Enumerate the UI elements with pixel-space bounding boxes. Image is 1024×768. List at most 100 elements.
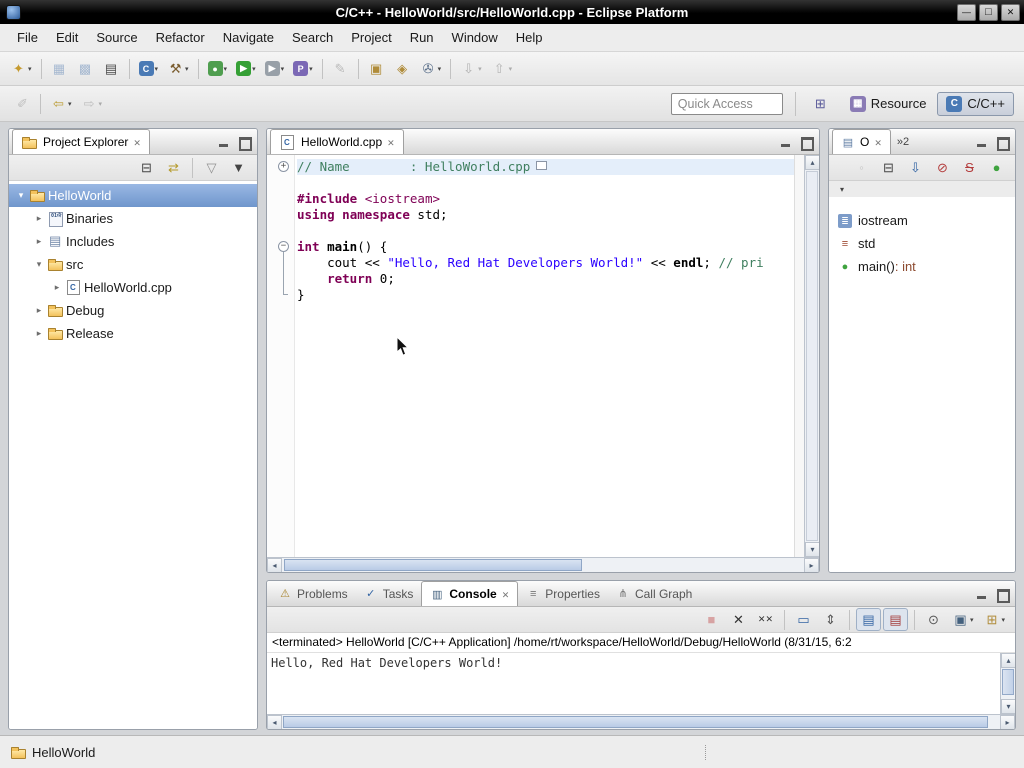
open-element-button[interactable]: ◈ bbox=[390, 57, 415, 80]
show-stderr-when-changed-button[interactable]: ▤ bbox=[883, 608, 908, 631]
outline-list[interactable]: ≣iostream≡std●main() : int bbox=[829, 197, 1015, 572]
editor-horizontal-scrollbar[interactable] bbox=[267, 557, 819, 572]
new-wizard-button[interactable]: ✦▾ bbox=[6, 57, 36, 80]
minimize-view-button[interactable] bbox=[780, 136, 792, 148]
menu-edit[interactable]: Edit bbox=[47, 26, 87, 49]
scrollbar-track[interactable] bbox=[282, 715, 1000, 729]
outline-item-std[interactable]: ≡std bbox=[829, 232, 1015, 255]
console-output[interactable]: Hello, Red Hat Developers World! bbox=[267, 653, 1000, 714]
scroll-down-icon[interactable] bbox=[1001, 699, 1016, 714]
scroll-lock-button[interactable]: ⇕ bbox=[818, 608, 843, 631]
tab-problems[interactable]: ⚠Problems bbox=[270, 581, 356, 606]
maximize-view-button[interactable] bbox=[996, 136, 1008, 148]
outline-view-menu-button[interactable]: ▾ bbox=[835, 182, 848, 197]
view-menu-button[interactable]: ▼ bbox=[226, 156, 251, 179]
tree-item-includes[interactable]: ▸Includes bbox=[9, 230, 257, 253]
scroll-right-icon[interactable] bbox=[804, 558, 819, 573]
open-resource-button[interactable]: ▣ bbox=[364, 57, 389, 80]
pin-console-button[interactable]: ⊙ bbox=[921, 608, 946, 631]
collapse-all-button[interactable]: ⊟ bbox=[876, 156, 901, 179]
menu-navigate[interactable]: Navigate bbox=[214, 26, 283, 49]
folded-region-icon[interactable] bbox=[536, 161, 547, 170]
close-button[interactable] bbox=[1001, 4, 1020, 21]
perspective-resource[interactable]: ▦Resource bbox=[841, 92, 936, 116]
scrollbar-track[interactable] bbox=[282, 558, 804, 572]
tree-item-src[interactable]: ▾src bbox=[9, 253, 257, 276]
sort-button[interactable]: ⇩ bbox=[903, 156, 928, 179]
minimize-button[interactable] bbox=[957, 4, 976, 21]
build-button[interactable]: ⚒▾ bbox=[163, 57, 193, 80]
scrollbar-track[interactable] bbox=[1001, 668, 1015, 699]
scrollbar-thumb[interactable] bbox=[1002, 669, 1014, 695]
menu-help[interactable]: Help bbox=[507, 26, 552, 49]
scroll-up-icon[interactable] bbox=[1001, 653, 1016, 668]
tree-item-release[interactable]: ▸Release bbox=[9, 322, 257, 345]
tree-item-helloworld-cpp[interactable]: ▸HelloWorld.cpp bbox=[9, 276, 257, 299]
expand-twisty-icon[interactable]: ▸ bbox=[31, 236, 47, 247]
close-icon[interactable] bbox=[874, 135, 882, 149]
scroll-down-icon[interactable] bbox=[805, 542, 820, 557]
menu-window[interactable]: Window bbox=[443, 26, 507, 49]
console-vertical-scrollbar[interactable] bbox=[1000, 653, 1015, 714]
collapse-twisty-icon[interactable]: ▾ bbox=[13, 190, 29, 201]
close-icon[interactable] bbox=[387, 135, 395, 149]
hide-static-members-button[interactable]: S bbox=[957, 156, 982, 179]
menu-run[interactable]: Run bbox=[401, 26, 443, 49]
remove-all-launches-button[interactable]: ✕✕ bbox=[753, 608, 778, 631]
code-area[interactable]: // Name : HelloWorld.cpp#include <iostre… bbox=[295, 155, 794, 557]
debug-button[interactable]: ●▾ bbox=[204, 58, 232, 79]
tab-console[interactable]: ▥Console bbox=[421, 581, 518, 606]
scrollbar-track[interactable] bbox=[805, 170, 819, 542]
open-perspective-button[interactable]: ⊞ bbox=[808, 92, 833, 115]
tree-item-helloworld[interactable]: ▾HelloWorld bbox=[9, 184, 257, 207]
close-icon[interactable] bbox=[133, 135, 141, 149]
fold-collapse-icon[interactable]: − bbox=[278, 241, 289, 252]
console-horizontal-scrollbar[interactable] bbox=[267, 714, 1015, 729]
hidden-tabs-indicator[interactable]: »2 bbox=[891, 136, 915, 148]
scrollbar-thumb[interactable] bbox=[283, 716, 988, 728]
clear-console-button[interactable]: ▭ bbox=[791, 608, 816, 631]
tab-tasks[interactable]: ✓Tasks bbox=[356, 581, 422, 606]
menu-search[interactable]: Search bbox=[283, 26, 342, 49]
menu-refactor[interactable]: Refactor bbox=[147, 26, 214, 49]
expand-twisty-icon[interactable]: ▸ bbox=[31, 213, 47, 224]
tree-item-debug[interactable]: ▸Debug bbox=[9, 299, 257, 322]
hide-non-public-members-button[interactable]: ● bbox=[984, 156, 1009, 179]
tab-call-graph[interactable]: ⋔Call Graph bbox=[608, 581, 700, 606]
scroll-up-icon[interactable] bbox=[805, 155, 820, 170]
scrollbar-thumb[interactable] bbox=[806, 171, 818, 541]
remove-launch-button[interactable]: ✕ bbox=[726, 608, 751, 631]
link-with-editor-button[interactable]: ⇄ bbox=[161, 156, 186, 179]
close-icon[interactable] bbox=[502, 587, 510, 601]
display-selected-console-button[interactable]: ▣▾ bbox=[948, 608, 978, 631]
maximize-view-button[interactable] bbox=[996, 588, 1008, 600]
expand-twisty-icon[interactable]: ▸ bbox=[31, 328, 47, 339]
tab-properties[interactable]: ≡Properties bbox=[518, 581, 608, 606]
menu-file[interactable]: File bbox=[8, 26, 47, 49]
tab-helloworld-cpp[interactable]: HelloWorld.cpp bbox=[270, 129, 404, 154]
scroll-right-icon[interactable] bbox=[1000, 715, 1015, 730]
scroll-left-icon[interactable] bbox=[267, 715, 282, 730]
menu-source[interactable]: Source bbox=[87, 26, 146, 49]
profile-button[interactable]: P▾ bbox=[289, 58, 317, 79]
maximize-button[interactable] bbox=[979, 4, 998, 21]
tab-project-explorer[interactable]: Project Explorer bbox=[12, 129, 150, 154]
scroll-left-icon[interactable] bbox=[267, 558, 282, 573]
hide-fields-button[interactable]: ⊘ bbox=[930, 156, 955, 179]
minimize-view-button[interactable] bbox=[976, 136, 988, 148]
open-console-button[interactable]: ⊞▾ bbox=[979, 608, 1009, 631]
perspective-c-c[interactable]: CC/C++ bbox=[937, 92, 1014, 116]
minimize-view-button[interactable] bbox=[976, 588, 988, 600]
outline-item-main[interactable]: ●main() : int bbox=[829, 255, 1015, 278]
fold-expand-icon[interactable]: + bbox=[278, 161, 289, 172]
maximize-view-button[interactable] bbox=[238, 136, 250, 148]
scrollbar-thumb[interactable] bbox=[284, 559, 582, 571]
quick-access-input[interactable] bbox=[671, 93, 783, 115]
print-button[interactable]: ▤ bbox=[99, 57, 124, 80]
maximize-view-button[interactable] bbox=[800, 136, 812, 148]
show-stdout-when-changed-button[interactable]: ▤ bbox=[856, 608, 881, 631]
external-tools-button[interactable]: ▶▾ bbox=[261, 58, 289, 79]
menu-project[interactable]: Project bbox=[342, 26, 400, 49]
editor-vertical-scrollbar[interactable] bbox=[804, 155, 819, 557]
expand-twisty-icon[interactable]: ▸ bbox=[31, 305, 47, 316]
